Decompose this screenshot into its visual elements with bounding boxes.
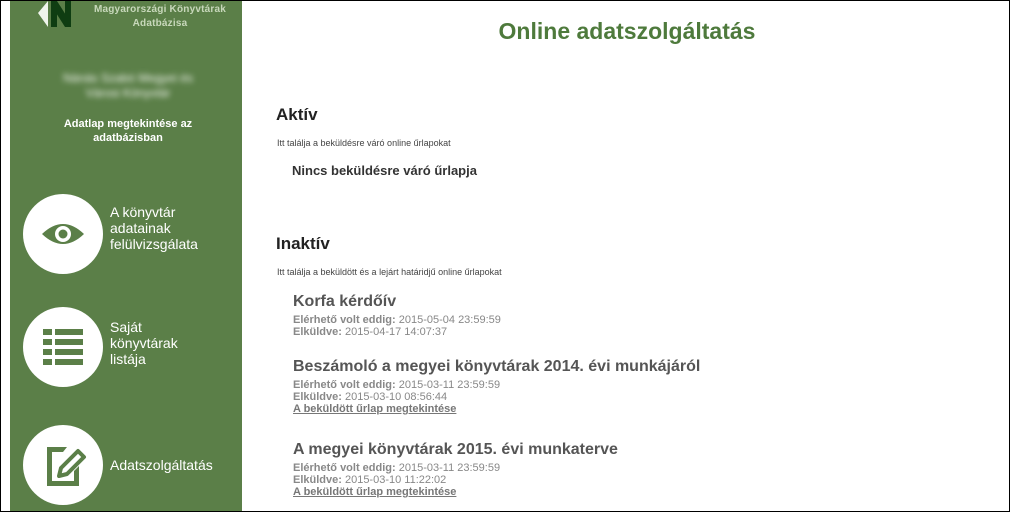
deadline-value: 2015-03-11 23:59:59	[395, 379, 501, 391]
sent-value: 2015-03-10 11:22:02	[341, 474, 447, 486]
active-heading: Aktív	[276, 105, 318, 124]
library-name: Nánás Szabó Megyei és Városi Könyvtár	[28, 71, 228, 101]
library-name-line2: Városi Könyvtár	[85, 86, 171, 100]
form-sent: Elküldve: 2015-04-17 14:07:37	[293, 326, 993, 338]
sent-label: Elküldve:	[293, 474, 342, 486]
nav-label-line: A könyvtár	[110, 204, 176, 220]
nav-label-line: felülvizsgálata	[110, 236, 198, 252]
form-title: Beszámoló a megyei könyvtárak 2014. évi …	[293, 358, 701, 375]
form-item: Beszámoló a megyei könyvtárak 2014. évi …	[293, 357, 993, 416]
sidebar: Magyarországi Könyvtárak Adatbázisa Náná…	[10, 1, 242, 511]
deadline-label: Elérhető volt eddig:	[293, 379, 396, 391]
empty-message: Nincs beküldésre váró űrlapja	[292, 163, 477, 178]
nav-label-libraries: Saját könyvtárak listája	[110, 319, 240, 367]
page-title: Online adatszolgáltatás	[498, 18, 756, 44]
form-deadline: Elérhető volt eddig: 2015-05-04 23:59:59	[293, 314, 993, 326]
form-item: A megyei könyvtárak 2015. évi munkaterve…	[293, 440, 993, 499]
nav-label-data-service: Adatszolgáltatás	[110, 457, 213, 473]
adatlap-link-line1: Adatlap megtekintése az	[63, 118, 193, 130]
list-icon	[43, 329, 83, 365]
nav-label-line: adatainak	[110, 220, 171, 236]
form-deadline: Elérhető volt eddig: 2015-03-11 23:59:59	[293, 379, 993, 391]
adatlap-link-line2: adatbázisban	[93, 132, 163, 144]
deadline-value: 2015-05-04 23:59:59	[395, 314, 501, 326]
nav-label-line: könyvtárak	[110, 335, 178, 351]
nav-circle	[23, 307, 103, 387]
deadline-label: Elérhető volt eddig:	[293, 462, 396, 474]
nav-label-line: listája	[110, 351, 146, 367]
eye-icon	[42, 224, 84, 244]
nav-circle	[23, 425, 103, 505]
active-subtitle: Itt találja a beküldésre váró online űrl…	[277, 138, 451, 148]
form-title: Korfa kérdőív	[293, 293, 397, 310]
view-submitted-form-link[interactable]: A beküldött űrlap megtekintése	[293, 403, 993, 416]
adatlap-link[interactable]: Adatlap megtekintése az adatbázisban	[30, 117, 226, 145]
nav-item-review[interactable]: A könyvtár adatainak felülvizsgálata	[10, 194, 242, 282]
edit-icon	[47, 447, 86, 486]
deadline-value: 2015-03-11 23:59:59	[395, 462, 501, 474]
main-content: Online adatszolgáltatás Aktív Itt találj…	[243, 1, 1009, 511]
sent-label: Elküldve:	[293, 326, 342, 338]
form-title: A megyei könyvtárak 2015. évi munkaterve	[293, 441, 618, 458]
form-item: Korfa kérdőív Elérhető volt eddig: 2015-…	[293, 292, 993, 338]
nav-label-review: A könyvtár adatainak felülvizsgálata	[110, 204, 240, 252]
deadline-label: Elérhető volt eddig:	[293, 314, 396, 326]
sent-label: Elküldve:	[293, 391, 342, 403]
inactive-heading: Inaktív	[276, 234, 330, 253]
nav-circle	[23, 194, 103, 274]
sent-value: 2015-04-17 14:07:37	[341, 326, 448, 338]
form-deadline: Elérhető volt eddig: 2015-03-11 23:59:59	[293, 462, 993, 474]
logo-text: Magyarországi Könyvtárak Adatbázisa	[80, 3, 240, 31]
sent-value: 2015-03-10 08:56:44	[341, 391, 448, 403]
nav-item-data-service[interactable]: Adatszolgáltatás	[10, 425, 242, 511]
form-sent: Elküldve: 2015-03-10 11:22:02	[293, 474, 993, 486]
logo-text-line1: Magyarországi Könyvtárak	[93, 4, 227, 15]
logo-icon	[38, 1, 71, 27]
view-submitted-form-link[interactable]: A beküldött űrlap megtekintése	[293, 486, 993, 499]
page-frame: Magyarországi Könyvtárak Adatbázisa Náná…	[0, 0, 1010, 512]
logo-text-line2: Adatbázisa	[132, 18, 188, 29]
form-sent: Elküldve: 2015-03-10 08:56:44	[293, 391, 993, 403]
inactive-subtitle: Itt találja a beküldött és a lejárt hatá…	[277, 267, 502, 277]
nav-label-line: Saját	[110, 319, 142, 335]
nav-item-libraries[interactable]: Saját könyvtárak listája	[10, 307, 242, 395]
library-name-line1: Nánás Szabó Megyei és	[62, 71, 194, 85]
